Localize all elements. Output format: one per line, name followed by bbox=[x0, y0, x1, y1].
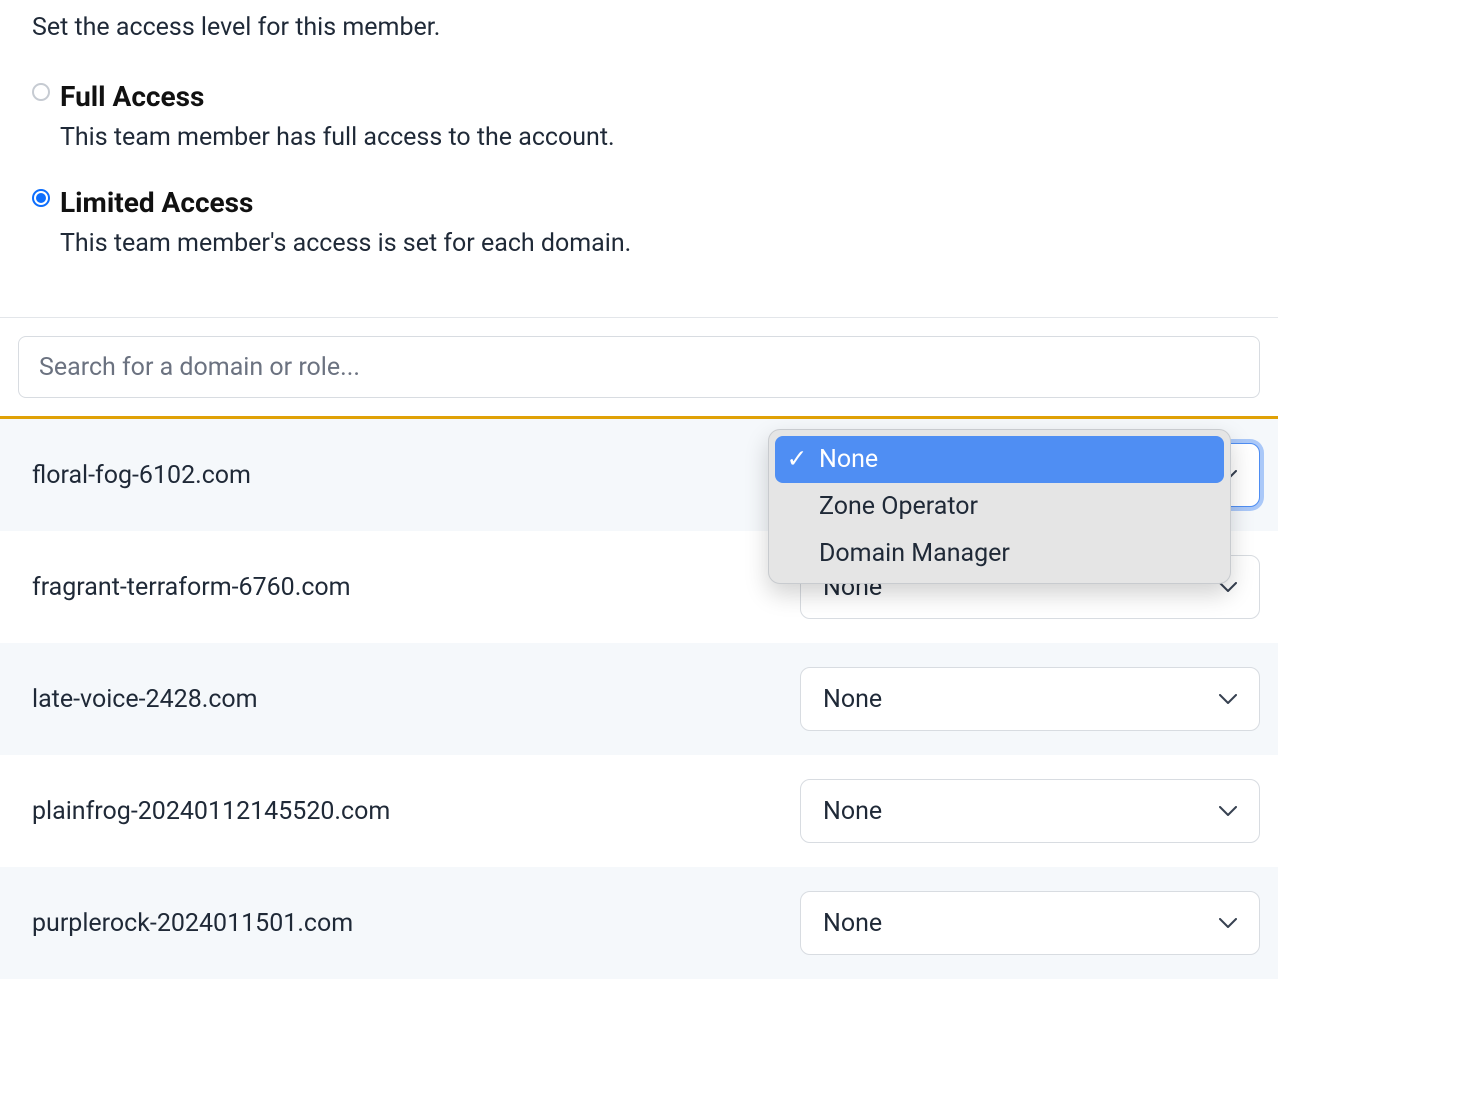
role-select[interactable]: None bbox=[800, 891, 1260, 955]
domain-row: plainfrog-20240112145520.com None bbox=[0, 755, 1278, 867]
domain-name: fragrant-terraform-6760.com bbox=[32, 570, 351, 605]
access-option-desc: This team member's access is set for eac… bbox=[60, 226, 631, 261]
chevron-down-icon bbox=[1219, 806, 1237, 817]
role-dropdown-menu[interactable]: ✓ None Zone Operator Domain Manager bbox=[768, 429, 1231, 584]
radio-icon[interactable] bbox=[32, 189, 50, 207]
check-icon: ✓ bbox=[785, 442, 809, 477]
radio-icon[interactable] bbox=[32, 83, 50, 101]
domain-name: late-voice-2428.com bbox=[32, 682, 258, 717]
domain-name: purplerock-2024011501.com bbox=[32, 906, 353, 941]
role-dropdown-option-zone-operator[interactable]: Zone Operator bbox=[775, 483, 1224, 530]
role-select-value: None bbox=[823, 682, 882, 717]
role-dropdown-option-none[interactable]: ✓ None bbox=[775, 436, 1224, 483]
access-intro: Set the access level for this member. bbox=[32, 10, 1246, 45]
access-option-full[interactable]: Full Access This team member has full ac… bbox=[32, 77, 1246, 155]
role-select[interactable]: None bbox=[800, 667, 1260, 731]
role-select-value: None bbox=[823, 794, 882, 829]
domain-row: late-voice-2428.com None bbox=[0, 643, 1278, 755]
chevron-down-icon bbox=[1219, 694, 1237, 705]
search-input[interactable] bbox=[18, 336, 1260, 398]
access-option-title: Full Access bbox=[60, 77, 615, 116]
role-select-value: None bbox=[823, 906, 882, 941]
domain-name: plainfrog-20240112145520.com bbox=[32, 794, 390, 829]
role-dropdown-option-domain-manager[interactable]: Domain Manager bbox=[775, 530, 1224, 577]
role-select[interactable]: None bbox=[800, 779, 1260, 843]
access-option-limited[interactable]: Limited Access This team member's access… bbox=[32, 183, 1246, 261]
access-option-desc: This team member has full access to the … bbox=[60, 120, 615, 155]
domain-name: floral-fog-6102.com bbox=[32, 458, 251, 493]
chevron-down-icon bbox=[1219, 918, 1237, 929]
access-option-title: Limited Access bbox=[60, 183, 631, 222]
domain-row: purplerock-2024011501.com None bbox=[0, 867, 1278, 979]
